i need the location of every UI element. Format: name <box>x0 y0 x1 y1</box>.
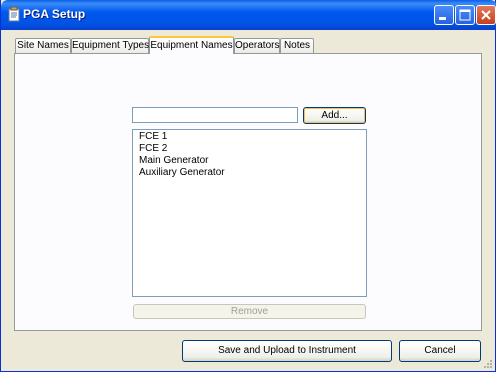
title-bar[interactable]: PGA Setup <box>1 0 496 30</box>
tab-equipment-names[interactable]: Equipment Names <box>149 36 234 54</box>
window-title: PGA Setup <box>23 7 86 21</box>
list-item[interactable]: Auxiliary Generator <box>139 167 366 179</box>
save-upload-button[interactable]: Save and Upload to Instrument <box>182 340 392 362</box>
list-item[interactable]: FCE 1 <box>139 131 366 143</box>
minimize-button[interactable] <box>434 5 454 25</box>
minimize-icon <box>439 17 446 20</box>
equipment-names-list[interactable]: FCE 1 FCE 2 Main Generator Auxiliary Gen… <box>132 129 367 297</box>
tab-site-names[interactable]: Site Names <box>15 38 71 53</box>
maximize-button[interactable] <box>455 5 475 25</box>
remove-button[interactable]: Remove <box>133 304 366 319</box>
tab-operators[interactable]: Operators <box>234 38 280 53</box>
pga-setup-window: PGA Setup Site Names Equipment Types Equ… <box>0 0 496 372</box>
cancel-button[interactable]: Cancel <box>399 340 481 362</box>
close-button[interactable] <box>476 5 496 25</box>
equipment-name-input[interactable] <box>132 107 298 123</box>
resize-grip-icon[interactable] <box>483 359 493 369</box>
list-item[interactable]: Main Generator <box>139 155 366 167</box>
app-icon <box>8 6 21 22</box>
close-icon <box>481 10 491 20</box>
tab-notes[interactable]: Notes <box>280 38 314 53</box>
add-button[interactable]: Add... <box>303 107 366 124</box>
maximize-icon <box>459 9 471 21</box>
list-item[interactable]: FCE 2 <box>139 143 366 155</box>
tab-equipment-types[interactable]: Equipment Types <box>71 38 149 53</box>
